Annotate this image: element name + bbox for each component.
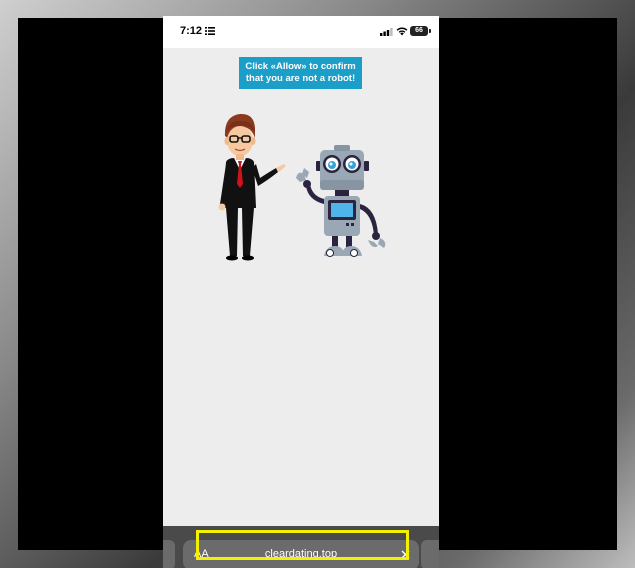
captcha-banner: Click «Allow» to confirm that you are no… (239, 57, 362, 89)
status-bar: 7:12 66 (163, 16, 439, 48)
signal-icon (380, 28, 393, 36)
battery-icon: 66 (410, 26, 431, 36)
next-tab-preview[interactable] (421, 540, 439, 568)
man-figure (218, 113, 286, 261)
man-and-robot-illustration (218, 113, 386, 261)
phone-screen: 7:12 66 Click «Allow» to confirm that yo… (163, 16, 439, 568)
list-icon (205, 27, 215, 35)
banner-line-1: Click «Allow» to confirm (245, 61, 356, 72)
previous-tab-preview[interactable] (163, 540, 175, 568)
robot-figure (296, 145, 386, 257)
wifi-icon (396, 27, 408, 36)
banner-line-2: that you are not a robot! (245, 73, 356, 84)
status-time: 7:12 (180, 25, 203, 37)
url-highlight-box (196, 530, 409, 560)
